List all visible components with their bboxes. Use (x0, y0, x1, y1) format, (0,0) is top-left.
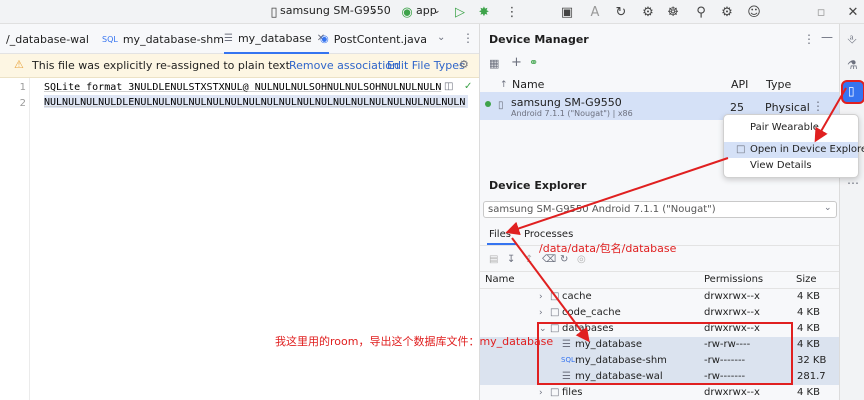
arrow-to-databases (511, 237, 590, 343)
arrow-to-files-tab (505, 157, 729, 236)
annotation-arrows (505, 87, 847, 343)
arrow-to-menu (814, 87, 847, 143)
